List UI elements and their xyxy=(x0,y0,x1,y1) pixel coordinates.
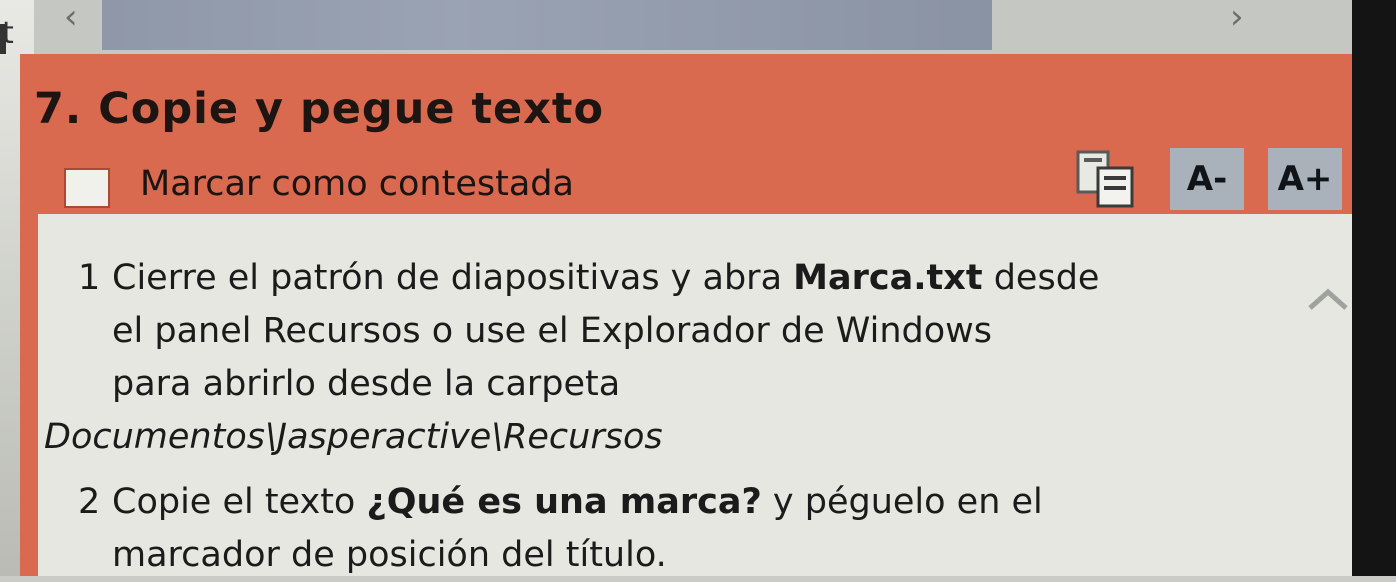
step-number: 2 xyxy=(78,482,101,522)
previous-arrow-icon[interactable]: ‹ xyxy=(64,0,78,34)
instructions-content: 1 Cierre el patrón de diapositivas y abra… xyxy=(38,214,1352,576)
step-1: 1 Cierre el patrón de diapositivas y abra… xyxy=(44,252,1100,464)
slide-preview-strip xyxy=(102,0,992,50)
step-text: el panel Recursos o use el Explorador de… xyxy=(112,311,992,351)
step-text: Cierre el patrón de diapositivas y abra xyxy=(112,258,794,298)
step-text: y péguelo en el xyxy=(761,482,1043,522)
question-title: 7. Copie y pegue texto xyxy=(34,84,604,134)
font-decrease-button[interactable]: A- xyxy=(1170,148,1244,210)
step-text: para abrirlo desde la carpeta xyxy=(112,364,621,404)
step-number: 1 xyxy=(78,258,101,298)
mark-answered-checkbox[interactable] xyxy=(64,168,110,208)
next-arrow-icon[interactable]: › xyxy=(1230,0,1244,34)
file-name: Marca.txt xyxy=(793,258,983,298)
mark-answered-label[interactable]: Marcar como contestada xyxy=(140,164,574,204)
step-text: desde xyxy=(982,258,1100,298)
question-panel: 7. Copie y pegue texto Marcar como conte… xyxy=(20,54,1352,576)
font-increase-button[interactable]: A+ xyxy=(1268,148,1342,210)
highlighted-text: ¿Qué es una marca? xyxy=(366,482,762,522)
left-edge-text: t xyxy=(2,16,14,51)
slide-navigation-bar: ‹ › xyxy=(34,0,1352,54)
copy-paste-icon[interactable] xyxy=(1072,150,1144,210)
screen-bezel xyxy=(1352,0,1396,576)
step-2: 2 Copie el texto ¿Qué es una marca? y pég… xyxy=(78,476,1043,582)
folder-path: Documentos\Jasperactive\Recursos xyxy=(44,417,663,457)
step-text: Copie el texto xyxy=(112,482,367,522)
step-text: marcador de posición del título. xyxy=(112,535,667,575)
scroll-up-icon[interactable] xyxy=(1306,284,1350,314)
